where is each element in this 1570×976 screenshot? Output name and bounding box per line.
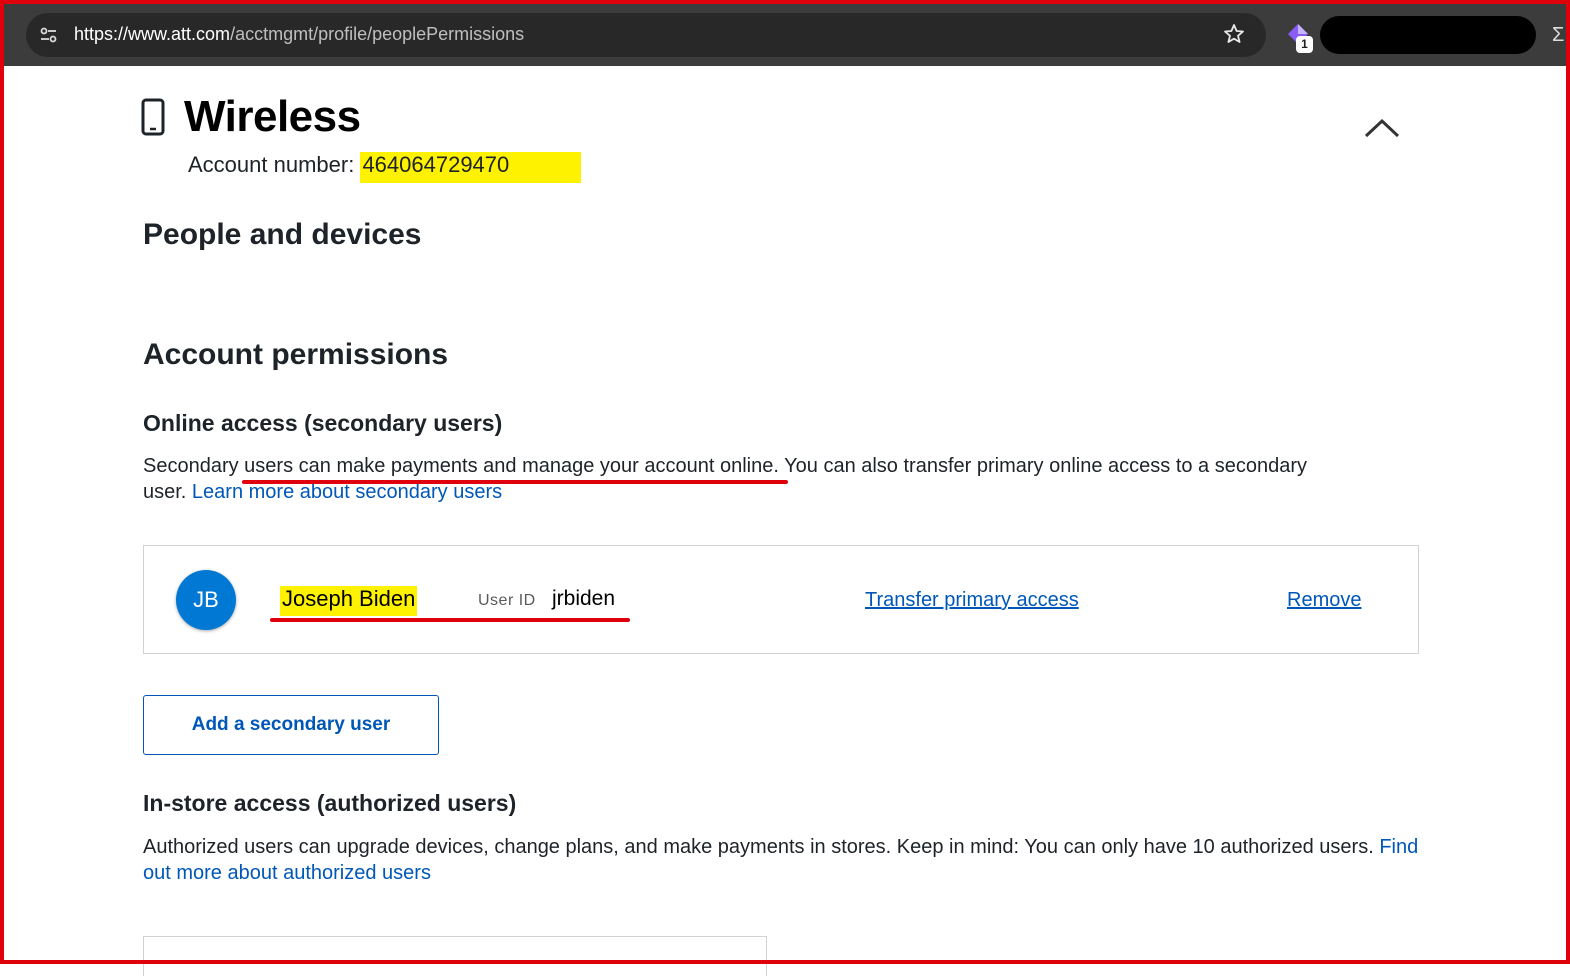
phone-icon: [141, 98, 165, 136]
authorized-users-card: [143, 936, 767, 976]
site-settings-icon[interactable]: [38, 24, 60, 46]
instore-access-description: Authorized users can upgrade devices, ch…: [143, 834, 1423, 886]
url-path: /acctmgmt/profile/peoplePermissions: [230, 24, 525, 44]
avatar: JB: [176, 570, 236, 630]
add-secondary-user-button[interactable]: Add a secondary user: [143, 695, 439, 755]
side-panel-icon[interactable]: Σ: [1552, 24, 1564, 47]
account-number-label: Account number:: [188, 152, 361, 177]
remove-user-link[interactable]: Remove: [1287, 589, 1361, 612]
online-text-part1: Secondary: [143, 455, 245, 477]
online-text-part2: users can make payments and manage your …: [244, 455, 779, 477]
page-title: Wireless: [184, 92, 361, 141]
learn-more-secondary-link[interactable]: Learn more about secondary users: [192, 481, 502, 503]
user-id-label: User ID: [478, 592, 536, 609]
instore-access-heading: In-store access (authorized users): [143, 790, 517, 816]
user-id-value: jrbiden: [552, 587, 616, 610]
instore-text: Authorized users can upgrade devices, ch…: [143, 836, 1380, 858]
user-name: Joseph Biden: [280, 586, 418, 616]
url-host: https://www.att.com: [74, 24, 231, 44]
annotation-underline-user: [270, 618, 630, 622]
bookmark-star-icon[interactable]: [1222, 22, 1246, 46]
annotation-underline: [242, 480, 788, 484]
extension-badge: 1: [1296, 36, 1313, 53]
account-number-row: Account number: 464064729470: [188, 152, 582, 183]
collapse-chevron-up-icon[interactable]: [1362, 116, 1402, 140]
transfer-primary-access-link[interactable]: Transfer primary access: [865, 589, 1079, 612]
people-devices-heading: People and devices: [143, 218, 422, 251]
account-number: 464064729470: [360, 152, 582, 183]
account-permissions-heading: Account permissions: [143, 338, 449, 371]
redacted-profile-area: [1320, 16, 1536, 54]
url-text[interactable]: https://www.att.com/acctmgmt/profile/peo…: [74, 24, 524, 45]
online-access-description: Secondary users can make payments and ma…: [143, 453, 1353, 505]
online-access-heading: Online access (secondary users): [143, 410, 503, 436]
